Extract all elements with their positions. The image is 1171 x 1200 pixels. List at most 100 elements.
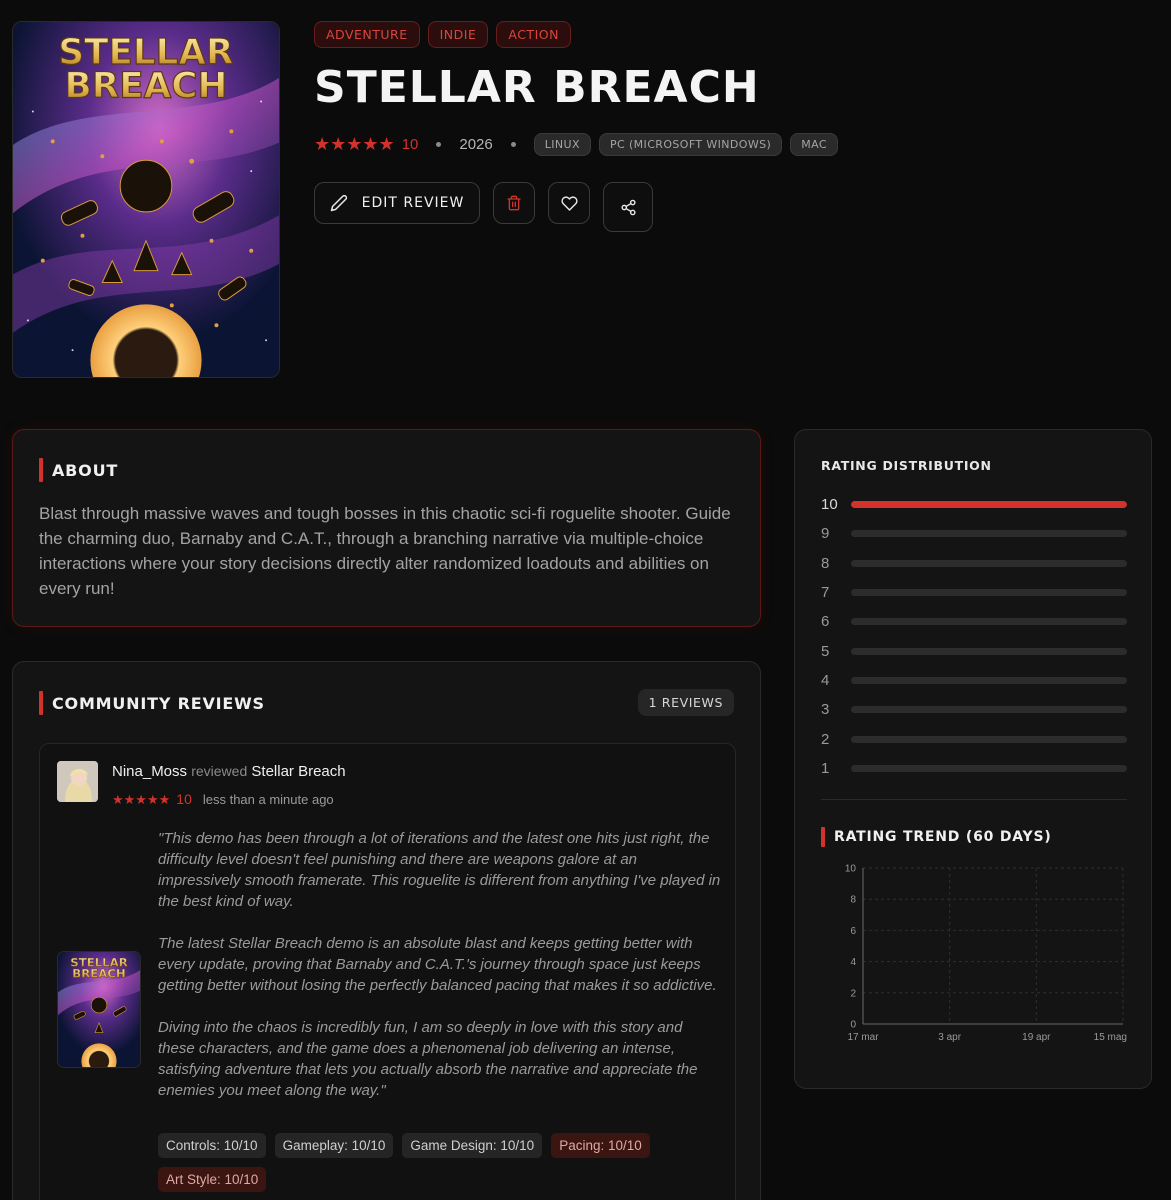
distribution-label: 6: [821, 613, 830, 631]
about-panel: ABOUT Blast through massive waves and to…: [12, 429, 761, 627]
criteria-chip: Pacing: 10/10: [551, 1133, 650, 1158]
distribution-bar-track: [851, 706, 1127, 714]
y-tick-label: 6: [850, 926, 856, 937]
genre-tag[interactable]: INDIE: [427, 21, 489, 48]
distribution-label: 9: [821, 525, 830, 543]
distribution-bar-track: [851, 501, 1127, 509]
genre-tags: ADVENTURE INDIE ACTION: [314, 21, 571, 48]
distribution-label: 7: [821, 584, 830, 602]
pencil-icon: [330, 194, 347, 212]
avatar[interactable]: [57, 761, 98, 802]
edit-review-label: EDIT REVIEW: [361, 195, 465, 211]
like-button[interactable]: [548, 182, 590, 224]
reviews-header: COMMUNITY REVIEWS: [39, 691, 265, 715]
separator-dot: [436, 141, 442, 147]
distribution-row: 6: [821, 607, 1127, 636]
edit-review-button[interactable]: EDIT REVIEW: [314, 182, 480, 224]
game-meta: ★★★★★ 10 2026 LINUX PC (MICROSOFT WINDOW…: [314, 132, 846, 156]
section-accent-bar: [39, 691, 43, 715]
distribution-label: 8: [821, 554, 830, 572]
action-bar: EDIT REVIEW: [314, 182, 653, 232]
review-card: Nina_Moss reviewed Stellar Breach ★★★★★ …: [39, 743, 736, 1200]
x-tick-label: 3 apr: [938, 1032, 961, 1043]
x-tick-label: 15 mag: [1094, 1032, 1127, 1043]
distribution-bar-track: [851, 647, 1127, 655]
review-paragraph: "This demo has been through a lot of ite…: [158, 830, 721, 910]
distribution-label: 4: [821, 671, 830, 689]
distribution-label: 3: [821, 701, 830, 719]
distribution-heading: RATING DISTRIBUTION: [821, 458, 992, 473]
trend-heading: RATING TREND (60 DAYS): [834, 829, 1052, 845]
reviews-heading: COMMUNITY REVIEWS: [52, 693, 265, 713]
rating-trend-chart: 0 2 4 6 8 10 17 mar 3 apr 19 apr 15 mag: [845, 864, 1127, 1044]
rating-distribution: 10 9 8 7 6 5 4 3 2 1: [821, 490, 1127, 783]
share-icon: [620, 199, 636, 215]
distribution-bar-track: [851, 530, 1127, 538]
genre-tag[interactable]: ADVENTURE: [314, 21, 420, 48]
genre-tag[interactable]: ACTION: [496, 21, 571, 48]
y-tick-label: 4: [850, 957, 856, 968]
distribution-label: 2: [821, 730, 830, 748]
user-avatar-image: [57, 761, 98, 802]
distribution-row: 3: [821, 695, 1127, 724]
y-tick-label: 0: [850, 1020, 856, 1031]
game-title: STELLAR BREACH: [314, 62, 760, 113]
review-stars: ★★★★★: [112, 791, 171, 807]
section-accent-bar: [821, 827, 825, 847]
trash-icon: [507, 195, 521, 211]
y-tick-label: 2: [850, 988, 856, 999]
distribution-label: 1: [821, 759, 830, 777]
distribution-row: 1: [821, 754, 1127, 783]
about-header: ABOUT: [39, 458, 118, 482]
rating-value: 10: [401, 135, 419, 153]
separator-dot: [510, 141, 516, 147]
distribution-bar-track: [851, 735, 1127, 743]
distribution-row: 4: [821, 666, 1127, 695]
heart-icon: [560, 195, 578, 211]
distribution-bar-track: [851, 764, 1127, 772]
platform-badge: LINUX: [533, 132, 591, 156]
cover-logo-line2: BREACH: [65, 66, 228, 107]
distribution-bar-track: [851, 618, 1127, 626]
distribution-row: 10: [821, 490, 1127, 519]
distribution-label: 10: [821, 496, 838, 514]
reviewer-name[interactable]: Nina_Moss: [112, 763, 187, 780]
review-game-cover[interactable]: STELLAR BREACH: [57, 951, 141, 1068]
x-tick-label: 19 apr: [1022, 1032, 1051, 1043]
distribution-row: 5: [821, 636, 1127, 665]
review-count-badge: 1 REVIEWS: [637, 689, 734, 716]
reviewed-game-name[interactable]: Stellar Breach: [251, 763, 345, 780]
mini-cover-art: STELLAR BREACH: [58, 952, 140, 1067]
delete-review-button[interactable]: [493, 182, 535, 224]
distribution-bar-track: [851, 676, 1127, 684]
about-description: Blast through massive waves and tough bo…: [39, 504, 731, 598]
y-tick-label: 8: [850, 895, 856, 906]
share-button[interactable]: [603, 182, 653, 232]
distribution-row: 8: [821, 549, 1127, 578]
criteria-chip: Game Design: 10/10: [402, 1133, 543, 1158]
review-verb: reviewed: [191, 763, 248, 779]
mini-cover-logo-line2: BREACH: [72, 967, 125, 981]
criteria-chip: Gameplay: 10/10: [274, 1133, 394, 1158]
criteria-chip: Controls: 10/10: [158, 1133, 266, 1158]
review-rating-value: 10: [176, 791, 192, 807]
community-reviews-panel: COMMUNITY REVIEWS 1 REVIEWS Nina_Moss re…: [12, 661, 761, 1200]
distribution-label: 5: [821, 642, 830, 660]
release-year: 2026: [459, 135, 493, 153]
y-tick-label: 10: [845, 864, 857, 875]
trend-header: RATING TREND (60 DAYS): [821, 827, 1052, 847]
review-rating-row: ★★★★★ 10 less than a minute ago: [112, 791, 334, 807]
distribution-bar-track: [851, 589, 1127, 597]
game-cover: STELLAR BREACH: [12, 21, 280, 378]
platform-badge: PC (MICROSOFT WINDOWS): [598, 132, 783, 156]
review-timestamp: less than a minute ago: [202, 791, 334, 807]
criteria-chip: Art Style: 10/10: [158, 1167, 267, 1192]
review-body: "This demo has been through a lot of ite…: [158, 828, 723, 1122]
distribution-bar-track: [851, 559, 1127, 567]
about-heading: ABOUT: [52, 460, 119, 480]
distribution-row: 9: [821, 519, 1127, 548]
x-tick-label: 17 mar: [847, 1032, 879, 1043]
review-criteria: Controls: 10/10 Gameplay: 10/10 Game Des…: [158, 1133, 678, 1192]
review-paragraph: The latest Stellar Breach demo is an abs…: [158, 935, 717, 994]
review-byline: Nina_Moss reviewed Stellar Breach: [112, 763, 346, 780]
